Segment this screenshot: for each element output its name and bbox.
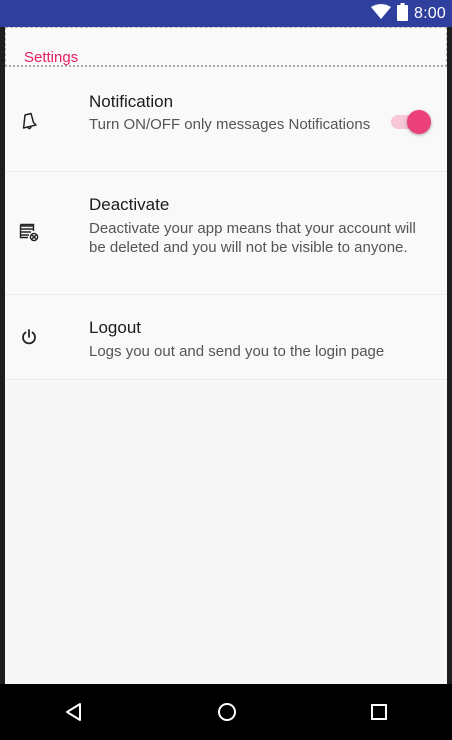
wifi-icon — [371, 3, 392, 25]
setting-title: Deactivate — [89, 195, 170, 214]
back-icon[interactable] — [62, 700, 86, 724]
setting-title: Notification — [89, 92, 174, 111]
setting-deactivate[interactable]: Deactivate Deactivate your app means tha… — [5, 172, 447, 295]
list-cancel-icon — [19, 222, 39, 242]
settings-header: Settings — [5, 27, 447, 67]
page-title: Settings — [24, 49, 79, 66]
frame-right — [447, 27, 452, 684]
setting-summary: Turn ON/OFF only messages Notifications — [89, 116, 371, 133]
notification-toggle[interactable] — [389, 110, 431, 134]
setting-summary: Deactivate your app means that your acco… — [89, 220, 416, 256]
settings-list: Notification Turn ON/OFF only messages N… — [5, 67, 447, 380]
setting-logout[interactable]: Logout Logs you out and send you to the … — [5, 295, 447, 380]
home-icon[interactable] — [215, 700, 239, 724]
status-time: 8:00 — [414, 5, 446, 22]
bell-icon — [19, 111, 39, 131]
toggle-thumb — [407, 110, 431, 134]
status-bar: 8:00 — [0, 0, 452, 27]
setting-notification[interactable]: Notification Turn ON/OFF only messages N… — [5, 67, 447, 172]
power-icon — [19, 327, 39, 347]
recents-icon[interactable] — [367, 700, 391, 724]
navigation-bar — [0, 684, 452, 740]
setting-summary: Logs you out and send you to the login p… — [89, 343, 385, 360]
battery-icon — [397, 2, 409, 26]
setting-title: Logout — [89, 318, 141, 337]
